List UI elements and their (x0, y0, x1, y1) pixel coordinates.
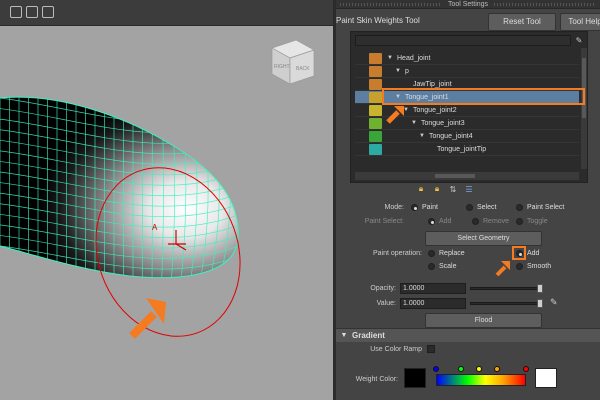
opacity-slider[interactable] (470, 284, 543, 293)
influence-row[interactable]: ▼ Tongue_joint4 (355, 130, 579, 143)
ramp-key-red[interactable] (523, 366, 529, 372)
value-field[interactable]: 1.0000 (400, 298, 466, 309)
expand-arrow-icon[interactable]: ▼ (395, 91, 403, 104)
paint-select-toggle-radio[interactable]: Toggle (516, 218, 548, 225)
viewcube-right-label: RIGHT (274, 64, 290, 70)
tool-header: Paint Skin Weights Tool Reset Tool Tool … (336, 9, 600, 33)
paint-select-add-radio[interactable]: Add (428, 218, 451, 225)
svg-text:A: A (152, 223, 158, 232)
viewcube-back-label: BACK (296, 66, 310, 72)
influence-name: p (405, 68, 409, 75)
value-slider[interactable] (470, 299, 543, 308)
influence-color-swatch (369, 66, 382, 77)
influence-name: Tongue_joint1 (405, 94, 449, 101)
weight-color-ramp[interactable] (436, 374, 526, 386)
eyedropper-icon[interactable]: ✎ (550, 297, 558, 308)
viewport-toolbar (0, 0, 333, 26)
paint-op-replace-radio[interactable]: Replace (428, 250, 465, 257)
influence-color-swatch (369, 92, 382, 103)
viewport-scene[interactable]: A RIGHT BACK (0, 26, 333, 400)
mode-select-radio[interactable]: Select (466, 204, 496, 211)
reset-tool-button[interactable]: Reset Tool (488, 13, 556, 31)
3d-viewport[interactable]: A RIGHT BACK (0, 0, 333, 400)
influence-row[interactable]: ▼ Head_joint (355, 52, 579, 65)
tongue-mesh (0, 96, 239, 279)
influence-color-swatch (369, 105, 382, 116)
opacity-field[interactable]: 1.0000 (400, 283, 466, 294)
influence-color-swatch (369, 131, 382, 142)
ramp-key-orange[interactable] (494, 366, 500, 372)
ramp-key-blue[interactable] (433, 366, 439, 372)
camera-icon[interactable] (26, 6, 38, 18)
paint-op-smooth-radio[interactable]: Smooth (516, 263, 551, 270)
list-icon[interactable]: ☰ (464, 184, 474, 194)
influence-row[interactable]: Tongue_jointTip (355, 143, 579, 156)
weight-color-low-swatch[interactable] (404, 368, 426, 388)
lock-icon[interactable]: 🔒︎ (416, 184, 426, 194)
influence-name: Tongue_joint4 (429, 133, 473, 140)
annotation-arrow-joint (386, 106, 404, 124)
influence-name: Head_joint (397, 55, 431, 62)
tool-name: Paint Skin Weights Tool (336, 16, 420, 25)
pin-icon[interactable]: ✎ (573, 35, 585, 46)
mode-label: Mode: (384, 204, 404, 211)
panel-title: Tool Settings (447, 0, 489, 8)
expand-arrow-icon[interactable]: ▼ (411, 117, 419, 130)
ramp-key-yellow[interactable] (476, 366, 482, 372)
influence-color-swatch (369, 53, 382, 64)
influence-name: Tongue_jointTip (437, 146, 487, 153)
influence-row-selected[interactable]: ▼ Tongue_joint1 (355, 91, 579, 104)
influence-row[interactable]: JawTip_joint (355, 78, 579, 91)
influence-list-vscrollbar[interactable] (581, 48, 587, 169)
expand-arrow-icon[interactable]: ▼ (387, 52, 395, 65)
influence-name: Tongue_joint2 (413, 107, 457, 114)
paint-op-scale-radio[interactable]: Scale (428, 263, 457, 270)
weight-color-label: Weight Color: (355, 376, 398, 383)
tool-settings-panel: Tool Settings Paint Skin Weights Tool Re… (336, 0, 600, 400)
paint-operation-label: Paint operation: (372, 250, 422, 257)
collapse-arrow-icon[interactable]: ▼ (336, 332, 352, 339)
mode-paint-select-radio[interactable]: Paint Select (516, 204, 564, 211)
weight-color-high-swatch[interactable] (535, 368, 557, 388)
value-slider-thumb[interactable] (537, 299, 543, 308)
viewcube[interactable]: RIGHT BACK (271, 39, 315, 85)
use-color-ramp-checkbox[interactable] (427, 345, 435, 353)
flood-button[interactable]: Flood (425, 313, 542, 328)
influence-name: Tongue_joint3 (421, 120, 465, 127)
paint-op-add-radio[interactable]: Add (516, 250, 539, 257)
influence-tools-row: 🔒︎ 🔒︎ ⇅ ☰ (416, 184, 474, 196)
influence-row[interactable]: ▼ p (355, 65, 579, 78)
tool-help-button[interactable]: Tool Help (560, 13, 600, 31)
grid-icon[interactable] (10, 6, 22, 18)
opacity-label: Opacity: (370, 285, 396, 292)
opacity-slider-thumb[interactable] (537, 284, 543, 293)
influence-color-swatch (369, 144, 382, 155)
value-label: Value: (376, 300, 396, 307)
influence-list-hscrollbar[interactable] (355, 172, 579, 180)
use-color-ramp-label: Use Color Ramp (370, 346, 422, 353)
select-geometry-button[interactable]: Select Geometry (425, 231, 542, 246)
influence-name: JawTip_joint (413, 81, 452, 88)
sort-icon[interactable]: ⇅ (448, 184, 458, 194)
influence-color-swatch (369, 79, 382, 90)
annotation-arrow-viewport (129, 298, 166, 339)
annotation-arrow-add (495, 261, 510, 277)
lock-selected-icon[interactable]: 🔒︎ (432, 184, 442, 194)
paint-select-remove-radio[interactable]: Remove (472, 218, 509, 225)
panel-titlebar[interactable]: Tool Settings (336, 0, 600, 9)
influence-search-input[interactable] (355, 35, 571, 46)
gradient-section-header[interactable]: ▼ Gradient (336, 328, 600, 342)
influence-color-swatch (369, 118, 382, 129)
mode-paint-radio[interactable]: Paint (411, 204, 438, 211)
frame-icon[interactable] (42, 6, 54, 18)
paint-select-label: Paint Select: (364, 218, 404, 225)
expand-arrow-icon[interactable]: ▼ (419, 130, 427, 143)
expand-arrow-icon[interactable]: ▼ (395, 65, 403, 78)
ramp-key-green[interactable] (458, 366, 464, 372)
